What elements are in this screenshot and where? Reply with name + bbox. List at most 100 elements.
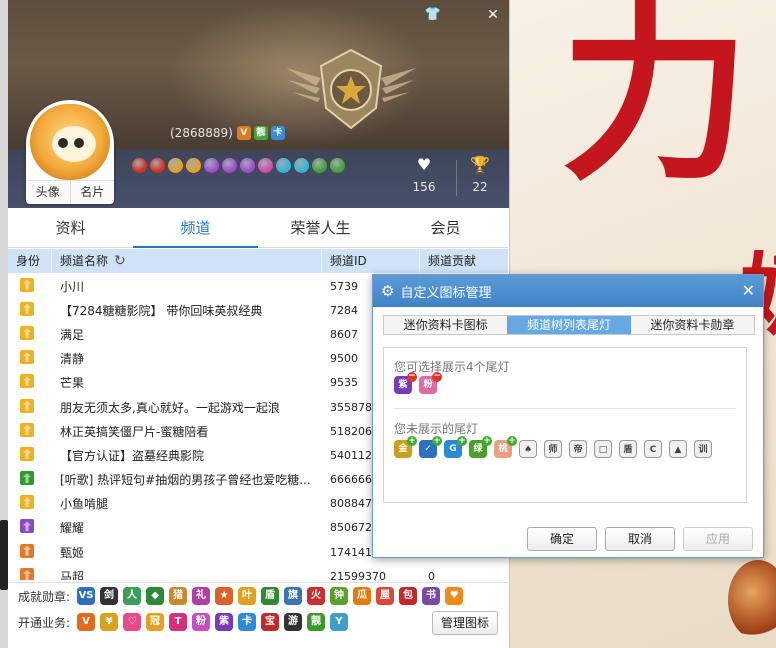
coin-service-icon[interactable]: ¥: [100, 613, 119, 631]
taillight-text: 盾: [623, 445, 633, 455]
card-service-icon[interactable]: 卡: [238, 613, 257, 631]
fan-service-icon[interactable]: 粉: [192, 613, 211, 631]
remove-icon[interactable]: −: [407, 372, 417, 382]
role-icon: [20, 495, 34, 510]
vs-medal-icon[interactable]: VS: [77, 587, 96, 605]
crown-service-icon[interactable]: 冠: [146, 613, 165, 631]
liang-icon[interactable]: 靓: [253, 126, 268, 140]
gem-service-icon[interactable]: 宝: [261, 613, 280, 631]
avatar[interactable]: [30, 104, 110, 180]
apply-button[interactable]: 应用: [683, 527, 753, 551]
spade-taillight-icon[interactable]: ♠: [519, 440, 537, 458]
shield-taillight-icon[interactable]: 盾: [619, 440, 637, 458]
column-header-role[interactable]: 身份: [8, 249, 52, 273]
heart-medal-icon[interactable]: ♥: [445, 587, 464, 605]
gift-medal-icon[interactable]: 礼: [192, 587, 211, 605]
purple-service-icon[interactable]: 紫: [215, 613, 234, 631]
badge-icon[interactable]: [222, 158, 237, 173]
heart-service-icon[interactable]: ♡: [123, 613, 142, 631]
business-card-button[interactable]: 名片: [69, 181, 115, 204]
xun-taillight-icon[interactable]: 训: [694, 440, 712, 458]
fire-medal-icon[interactable]: 火: [307, 587, 326, 605]
purple-taillight-icon[interactable]: 紫 −: [394, 372, 417, 394]
medals-row: 成就勋章: VS 剑人 ◆ 猎礼 ★ 叶盾旗火钟瓜屋包书 ♥: [18, 587, 464, 605]
blue-taillight-icon[interactable]: ✓ +: [419, 436, 442, 458]
green-taillight-icon[interactable]: 绿 +: [469, 436, 492, 458]
character-medal-icon[interactable]: 人: [123, 587, 142, 605]
column-header-channel-name[interactable]: 频道名称 ↻: [52, 249, 322, 273]
card-icon[interactable]: 卡: [270, 126, 285, 140]
tab-info[interactable]: 资料: [8, 208, 133, 247]
pink-taillight-icon[interactable]: 粉 −: [419, 372, 442, 394]
likes-stat[interactable]: ♥ 156: [404, 156, 444, 195]
c-taillight-icon[interactable]: C: [644, 440, 662, 458]
hunter-medal-icon[interactable]: 猎: [169, 587, 188, 605]
tab-mini-card-medals[interactable]: 迷你资料卡勋章: [631, 316, 754, 334]
di-taillight-icon[interactable]: 帝: [569, 440, 587, 458]
channel-name: 【7284糖糖影院】 带你回味英叔经典: [60, 303, 263, 318]
leaf-medal-icon[interactable]: 叶: [238, 587, 257, 605]
avatar-button[interactable]: 头像: [26, 181, 70, 204]
star-medal-icon[interactable]: ★: [215, 587, 234, 605]
add-icon[interactable]: +: [432, 436, 442, 446]
shield-medal-icon[interactable]: 盾: [261, 587, 280, 605]
honors-stat[interactable]: 🏆 22: [460, 156, 500, 195]
column-header-contribution[interactable]: 频道贡献: [420, 249, 508, 273]
taillight-text: ✓: [424, 444, 432, 454]
add-icon[interactable]: +: [457, 436, 467, 446]
badge-icon[interactable]: [240, 158, 255, 173]
pumpkin-medal-icon[interactable]: 瓜: [353, 587, 372, 605]
add-icon[interactable]: +: [507, 436, 517, 446]
column-header-channel-id[interactable]: 频道ID: [322, 249, 420, 273]
badge-icon[interactable]: [186, 158, 201, 173]
gold-taillight-icon[interactable]: 金 +: [394, 436, 417, 458]
liang-service-icon[interactable]: 靓: [307, 613, 326, 631]
diamond-medal-icon[interactable]: ◆: [146, 587, 165, 605]
t-service-icon[interactable]: T: [169, 613, 188, 631]
user-id-row: (2868889) V靓卡: [170, 126, 285, 140]
tab-mini-card-icons[interactable]: 迷你资料卡图标: [384, 316, 507, 334]
badge-icon[interactable]: [204, 158, 219, 173]
tab-membership[interactable]: 会员: [383, 208, 508, 247]
add-icon[interactable]: +: [407, 436, 417, 446]
table-row[interactable]: 马超 21599370 0: [8, 564, 508, 580]
dialog-titlebar[interactable]: ⚙ 自定义图标管理: [373, 275, 763, 307]
game-service-icon[interactable]: 游: [284, 613, 303, 631]
monitor-taillight-icon[interactable]: □: [594, 440, 612, 458]
refresh-icon[interactable]: ↻: [114, 249, 126, 273]
badge-icon[interactable]: [168, 158, 183, 173]
tab-channel-tree-taillights[interactable]: 频道树列表尾灯: [507, 316, 631, 334]
tab-honor-life[interactable]: 荣誉人生: [258, 208, 383, 247]
badge-icon[interactable]: [258, 158, 273, 173]
manage-icons-button[interactable]: 管理图标: [432, 611, 498, 635]
sword-medal-icon[interactable]: 剑: [100, 587, 119, 605]
vx-service-icon[interactable]: Y: [330, 613, 349, 631]
window-close-button[interactable]: ✕: [484, 6, 502, 24]
role-icon: [20, 471, 34, 486]
badge-icon[interactable]: [294, 158, 309, 173]
badge-icon[interactable]: [150, 158, 165, 173]
badge-icon[interactable]: [330, 158, 345, 173]
vip-level-icon[interactable]: V: [236, 126, 251, 140]
role-icon: [20, 446, 34, 461]
cancel-button[interactable]: 取消: [605, 527, 675, 551]
ok-button[interactable]: 确定: [527, 527, 597, 551]
add-icon[interactable]: +: [482, 436, 492, 446]
badge-icon[interactable]: [312, 158, 327, 173]
badge-icon[interactable]: [276, 158, 291, 173]
skin-button[interactable]: 👕: [424, 6, 442, 24]
remove-icon[interactable]: −: [432, 372, 442, 382]
present-medal-icon[interactable]: 包: [399, 587, 418, 605]
flag-medal-icon[interactable]: 旗: [284, 587, 303, 605]
g-taillight-icon[interactable]: G +: [444, 436, 467, 458]
v-service-icon[interactable]: V: [77, 613, 96, 631]
clock-medal-icon[interactable]: 钟: [330, 587, 349, 605]
house-medal-icon[interactable]: 屋: [376, 587, 395, 605]
shi-taillight-icon[interactable]: 师: [544, 440, 562, 458]
badge-icon[interactable]: [132, 158, 147, 173]
book-medal-icon[interactable]: 书: [422, 587, 441, 605]
peach-taillight-icon[interactable]: 桃 +: [494, 436, 517, 458]
dialog-close-button[interactable]: ✕: [742, 281, 755, 300]
triangle-taillight-icon[interactable]: ▲: [669, 440, 687, 458]
tab-channels[interactable]: 频道: [133, 208, 258, 248]
